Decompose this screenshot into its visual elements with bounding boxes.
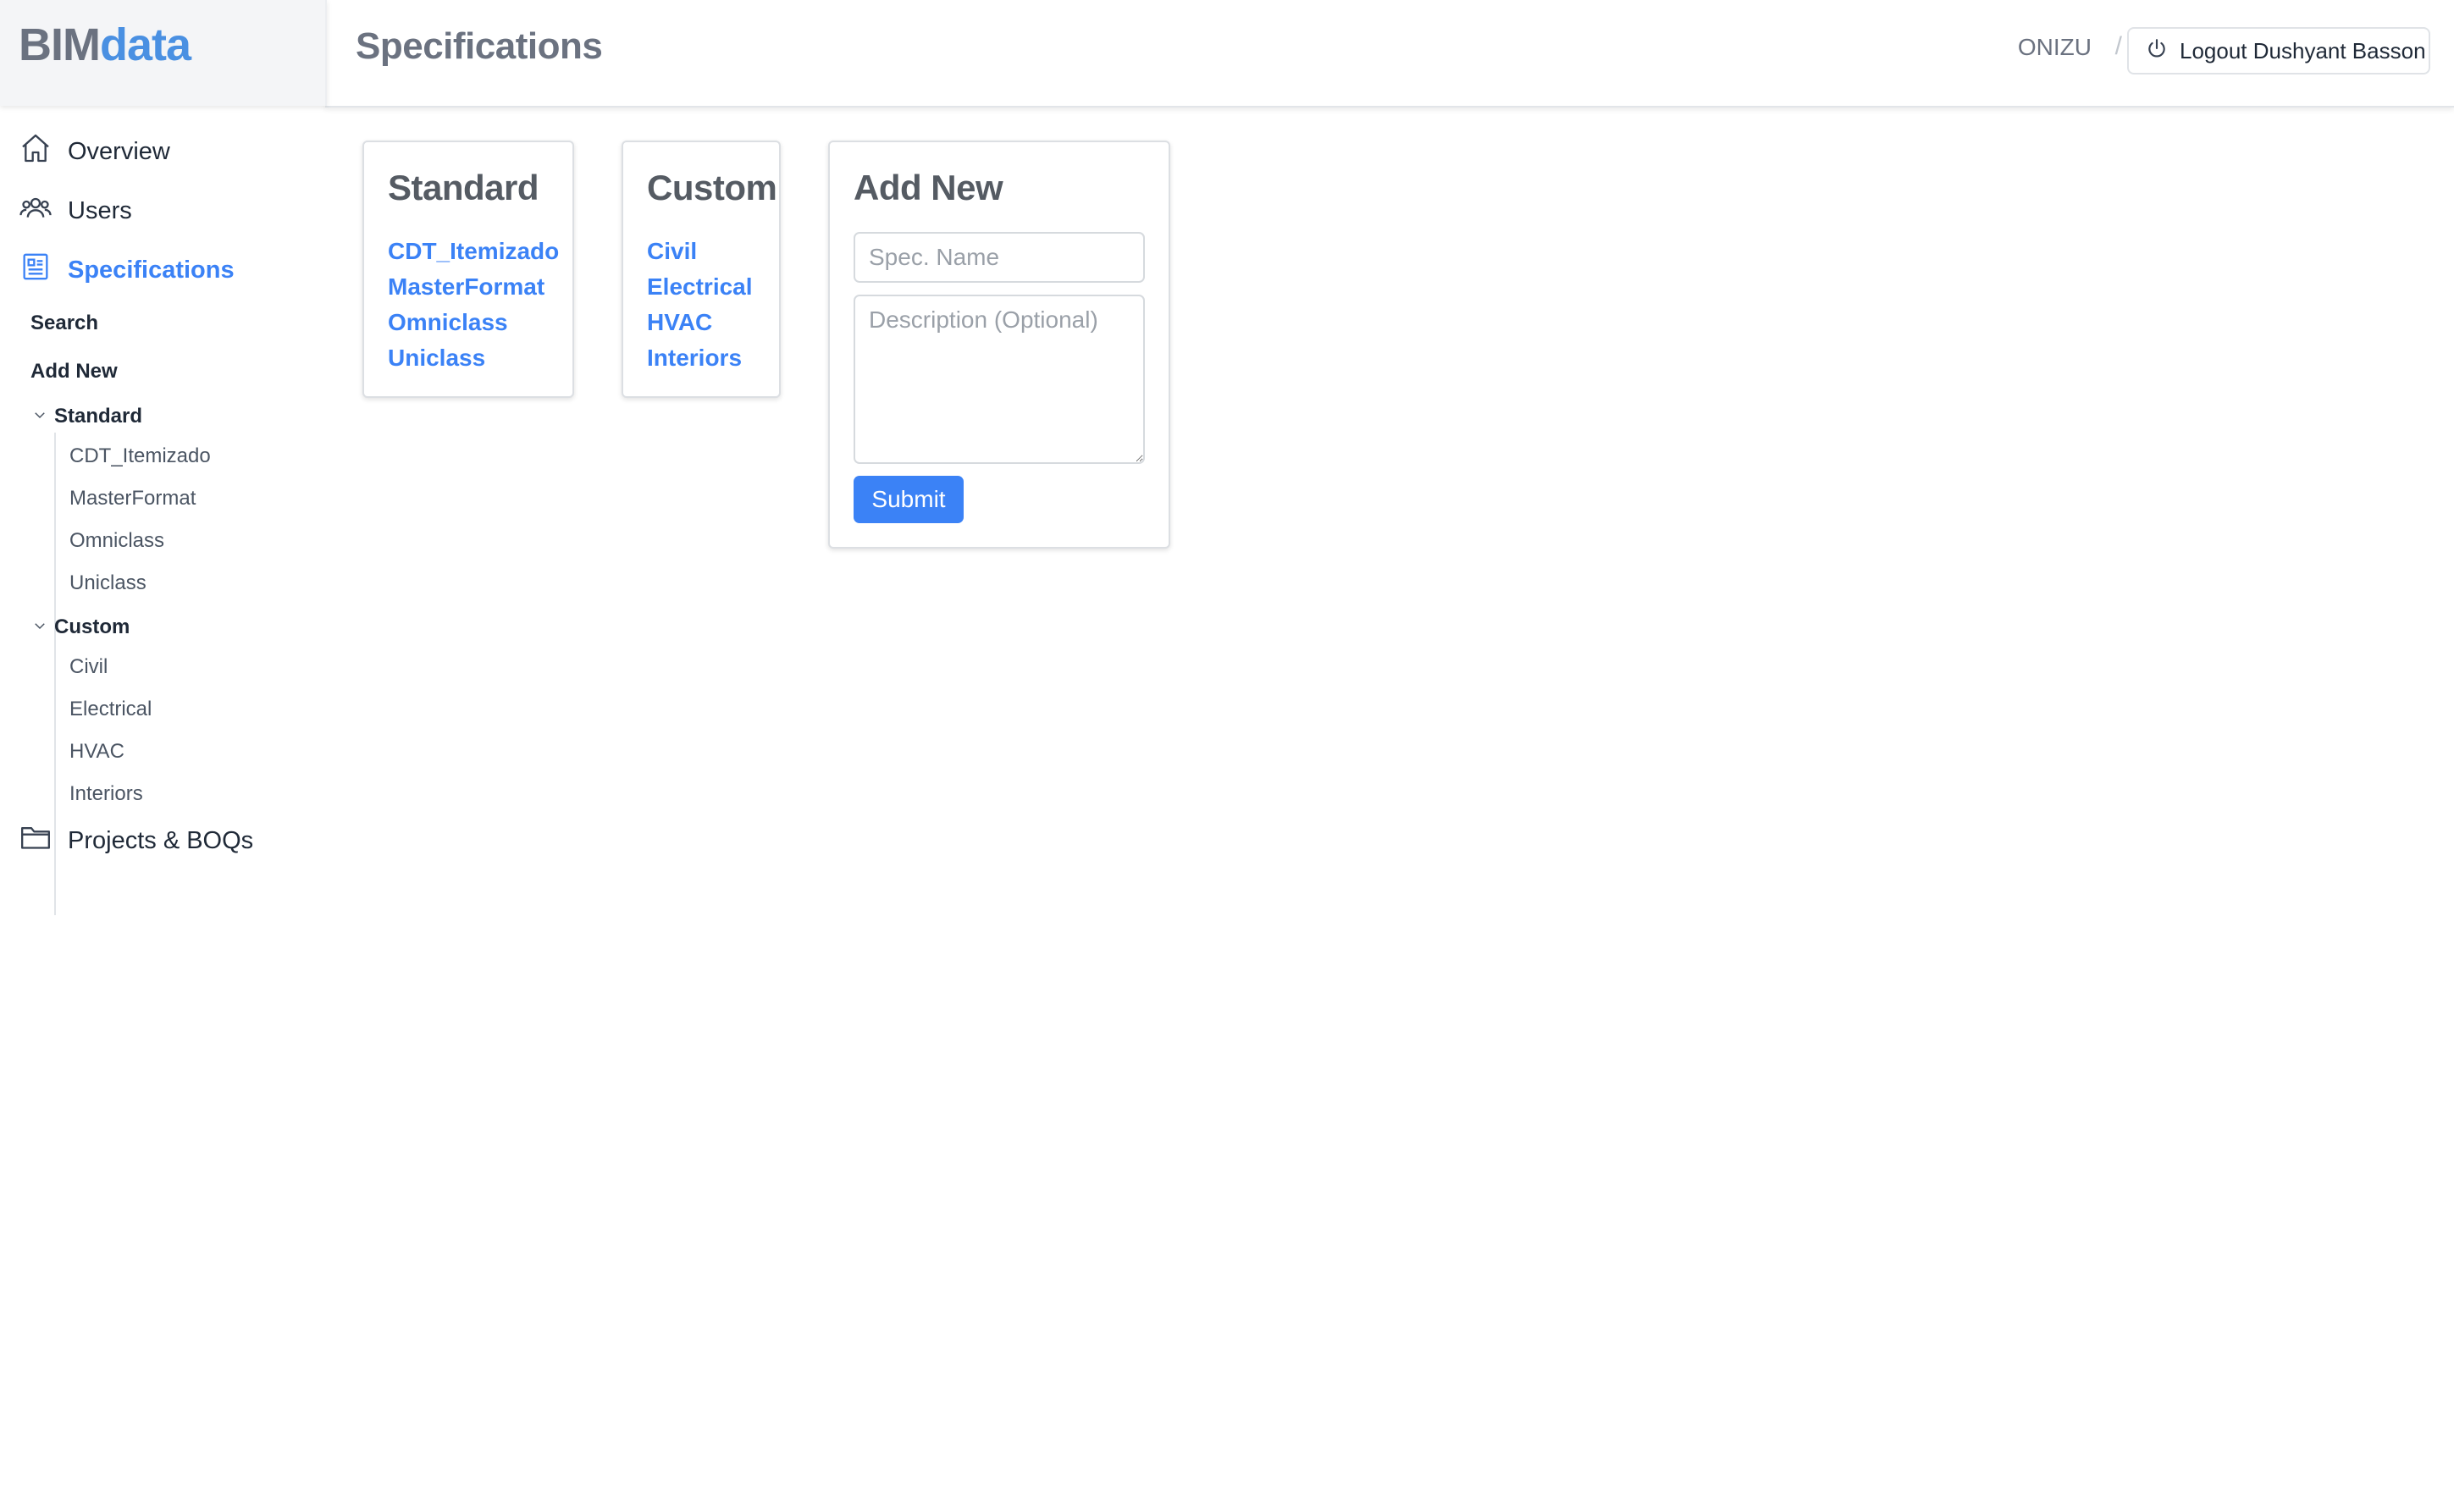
tree-item[interactable]: CDT_Itemizado [69,444,211,468]
tree-item[interactable]: Electrical [69,698,152,721]
sidebar-item-specifications[interactable]: Specifications [19,249,235,291]
logo-bim: BIM [19,19,101,70]
tree-item[interactable]: Omniclass [69,529,164,553]
standard-specs-card: Standard CDT_Itemizado MasterFormat Omni… [362,141,574,398]
sidebar: Overview Users Specifications Search Add… [0,106,325,1512]
page-title: Specifications [356,25,603,67]
users-icon [19,190,68,231]
sidebar-item-label: Overview [68,137,170,165]
sidebar-item-overview[interactable]: Overview [19,130,170,173]
tree-group-label: Standard [54,405,143,428]
specifications-icon [19,250,68,290]
description-textarea[interactable] [854,295,1145,464]
brand-area: BIMdata [0,0,327,106]
sidebar-item-label: Users [68,196,132,224]
spec-name-input[interactable] [854,232,1145,283]
sidebar-item-users[interactable]: Users [19,190,132,232]
tree-guide-line [54,644,56,915]
spec-link-list: Civil Electrical HVAC Interiors [647,234,753,376]
card-title: Add New [854,168,1003,207]
breadcrumb-separator: / [2114,32,2122,60]
submit-button[interactable]: Submit [854,476,964,523]
logout-button[interactable]: Logout Dushyant Basson [2127,27,2430,74]
tree-item[interactable]: Interiors [69,782,143,806]
power-icon [2146,37,2180,65]
spec-link[interactable]: CDT_Itemizado [388,234,559,269]
tree-group-standard[interactable]: Standard [32,405,142,428]
sidebar-item-projects[interactable]: Projects & BOQs [19,819,253,862]
add-new-spec-card: Add New Submit [828,141,1170,549]
card-title: Standard [388,168,539,207]
tree-item[interactable]: HVAC [69,740,124,764]
tree-group-label: Custom [54,615,130,638]
sidebar-item-label: Specifications [68,256,235,284]
tree-item[interactable]: Civil [69,655,108,679]
organization-name[interactable]: ONIZU [2018,34,2092,61]
custom-specs-card: Custom Civil Electrical HVAC Interiors [622,141,781,398]
folder-icon [19,820,68,861]
logout-label: Logout Dushyant Basson [2180,37,2426,63]
spec-link[interactable]: Uniclass [388,340,559,376]
spec-link[interactable]: Interiors [647,340,753,376]
chevron-down-icon [32,615,54,639]
sidebar-item-label: Projects & BOQs [68,826,254,854]
logo-data: data [99,19,191,70]
top-bar: Specifications ONIZU / Logout Dushyant B… [325,0,2454,108]
chevron-down-icon [32,405,54,428]
app-logo[interactable]: BIMdata [19,19,191,71]
sidebar-sub-add-new[interactable]: Add New [30,360,118,384]
spec-link[interactable]: Omniclass [388,305,559,340]
tree-group-custom[interactable]: Custom [32,615,130,639]
spec-link[interactable]: Civil [647,234,753,269]
sidebar-sub-search[interactable]: Search [30,312,98,335]
spec-link-list: CDT_Itemizado MasterFormat Omniclass Uni… [388,234,559,376]
card-title: Custom [647,168,777,207]
spec-link[interactable]: Electrical [647,269,753,305]
spec-link[interactable]: MasterFormat [388,269,559,305]
tree-item[interactable]: Uniclass [69,571,146,595]
home-icon [19,131,68,172]
spec-link[interactable]: HVAC [647,305,753,340]
tree-item[interactable]: MasterFormat [69,487,196,510]
